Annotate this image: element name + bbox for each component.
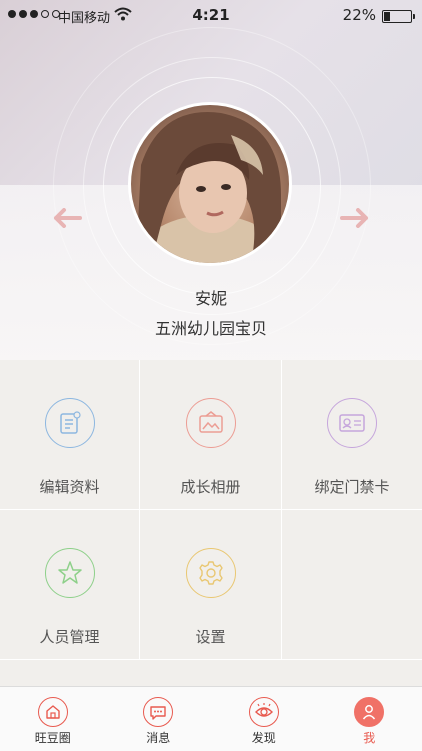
menu-item-staff-management[interactable]: 人员管理: [0, 510, 140, 660]
tab-label: 旺豆圈: [35, 729, 71, 746]
arrow-right-icon: [340, 208, 370, 228]
tab-me[interactable]: 我: [317, 687, 422, 751]
message-icon: [143, 697, 173, 727]
tab-discover[interactable]: 发现: [211, 687, 317, 751]
photo-album-icon: [186, 398, 236, 448]
battery-icon: [382, 10, 412, 23]
status-bar: 中国移动 4:21 22%: [0, 0, 422, 30]
gear-icon: [186, 548, 236, 598]
menu-item-empty: [282, 510, 422, 660]
id-card-icon: [327, 398, 377, 448]
tab-label: 发现: [252, 729, 276, 746]
profile-subtitle: 五洲幼儿园宝贝: [0, 315, 422, 339]
edit-profile-icon: [45, 398, 95, 448]
person-icon: [354, 697, 384, 727]
battery-percent: 22%: [343, 6, 376, 24]
menu-item-edit-profile[interactable]: 编辑资料: [0, 360, 140, 510]
eye-icon: [249, 697, 279, 727]
menu-item-label: 设置: [195, 626, 225, 647]
profile-header: 安妮 五洲幼儿园宝贝: [0, 0, 422, 360]
tab-messages[interactable]: 消息: [106, 687, 212, 751]
home-icon: [38, 697, 68, 727]
star-icon: [45, 548, 95, 598]
profile-name: 安妮: [0, 285, 422, 309]
tab-wangdou-circle[interactable]: 旺豆圈: [0, 687, 106, 751]
menu-item-settings[interactable]: 设置: [140, 510, 282, 660]
menu-item-label: 绑定门禁卡: [314, 476, 389, 497]
tab-label: 我: [363, 729, 375, 746]
tab-label: 消息: [146, 729, 170, 746]
menu-item-label: 编辑资料: [39, 476, 99, 497]
menu-grid: 编辑资料 成长相册 绑定门禁卡: [0, 360, 422, 660]
menu-item-label: 人员管理: [39, 626, 99, 647]
grid-bottom-spacer: [0, 660, 422, 686]
menu-item-label: 成长相册: [180, 476, 240, 497]
menu-item-photo-album[interactable]: 成长相册: [140, 360, 282, 510]
menu-item-bind-access-card[interactable]: 绑定门禁卡: [282, 360, 422, 510]
next-arrow-button[interactable]: [340, 205, 370, 231]
arrow-left-icon: [52, 208, 82, 228]
tab-bar: 旺豆圈 消息 发现: [0, 686, 422, 751]
prev-arrow-button[interactable]: [52, 205, 82, 231]
avatar[interactable]: [128, 102, 292, 266]
